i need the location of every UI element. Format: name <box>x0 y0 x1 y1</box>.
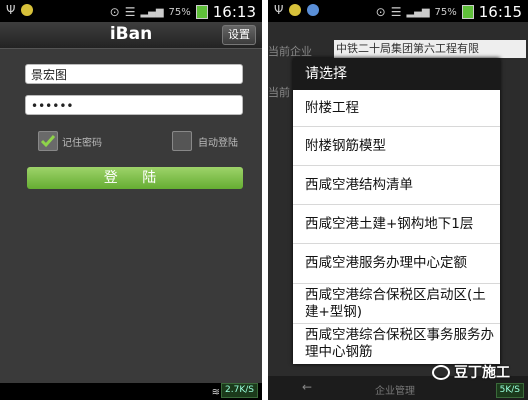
alarm-icon: ⊙ <box>375 5 386 19</box>
clock: 16:15 <box>478 3 522 21</box>
auto-login-label: 自动登陆 <box>198 138 238 149</box>
signal-icon: ▂▄▆ <box>406 6 430 18</box>
app-notification-icon <box>307 4 320 16</box>
signal-icon: ▂▄▆ <box>140 6 164 18</box>
current-company-label: 当前企业 <box>268 45 312 58</box>
option-item[interactable]: 西咸空港土建+钢构地下1层 <box>293 205 500 244</box>
wifi-icon: ☰ <box>124 5 136 19</box>
check-icon <box>40 135 56 148</box>
watermark: 豆丁施工 <box>432 362 510 382</box>
option-item[interactable]: 西咸空港综合保税区事务服务办理中心钢筋 <box>293 324 500 364</box>
login-button[interactable]: 登 陆 <box>27 167 243 189</box>
password-input[interactable]: •••••• <box>25 95 243 115</box>
back-button[interactable]: ← <box>302 380 312 394</box>
battery-percent: 75% <box>168 6 191 18</box>
project-select-screen: Ψ ⊙ ☰ ▂▄▆ 75% 16:15 当前企业 中铁二十局集团第六工程有限 当… <box>268 0 528 400</box>
auto-login-checkbox[interactable] <box>172 131 192 151</box>
status-bar: Ψ ⊙ ☰ ▂▄▆ 75% 16:15 <box>268 0 528 22</box>
alarm-icon: ⊙ <box>109 5 120 19</box>
wifi-icon: ☰ <box>390 5 402 19</box>
login-options: 记住密码 自动登陆 <box>38 131 240 151</box>
network-speed: 5K/S <box>495 383 524 398</box>
remember-password-label: 记住密码 <box>62 138 102 149</box>
notification-icon <box>21 4 34 16</box>
bottom-status-bar: ≋ 2.7K/S <box>0 383 262 400</box>
battery-icon <box>195 5 208 19</box>
select-dialog: 请选择 附楼工程 附楼钢筋模型 西咸空港结构清单 西咸空港土建+钢构地下1层 西… <box>293 58 500 364</box>
battery-percent: 75% <box>434 6 457 18</box>
company-field[interactable]: 中铁二十局集团第六工程有限 <box>334 40 526 58</box>
usb-icon: Ψ <box>6 3 16 17</box>
login-screen: Ψ ⊙ ☰ ▂▄▆ 75% 16:13 iBan 设置 景宏图 •••••• 记… <box>0 0 262 400</box>
status-bar: Ψ ⊙ ☰ ▂▄▆ 75% 16:13 <box>0 0 262 22</box>
wifi-icon: ≋ <box>211 387 220 398</box>
battery-icon <box>461 5 474 19</box>
option-item[interactable]: 西咸空港服务办理中心定额 <box>293 244 500 284</box>
wechat-icon <box>432 364 450 380</box>
current-project-label: 当前 <box>268 86 290 99</box>
option-item[interactable]: 西咸空港结构清单 <box>293 166 500 205</box>
settings-button[interactable]: 设置 <box>222 25 256 45</box>
title-bar: iBan 设置 <box>0 22 262 49</box>
dialog-title: 请选择 <box>293 58 500 90</box>
remember-password-checkbox[interactable] <box>38 131 58 151</box>
username-input[interactable]: 景宏图 <box>25 64 243 84</box>
network-speed: 2.7K/S <box>221 383 258 398</box>
usb-icon: Ψ <box>274 3 284 17</box>
notification-icon <box>289 4 302 16</box>
watermark-text: 豆丁施工 <box>454 365 510 381</box>
clock: 16:13 <box>212 3 256 21</box>
option-item[interactable]: 附楼钢筋模型 <box>293 127 500 166</box>
enterprise-management-tab[interactable]: 企业管理 <box>375 382 415 397</box>
option-item[interactable]: 附楼工程 <box>293 90 500 127</box>
option-item[interactable]: 西咸空港综合保税区启动区(土建+型钢) <box>293 284 500 324</box>
